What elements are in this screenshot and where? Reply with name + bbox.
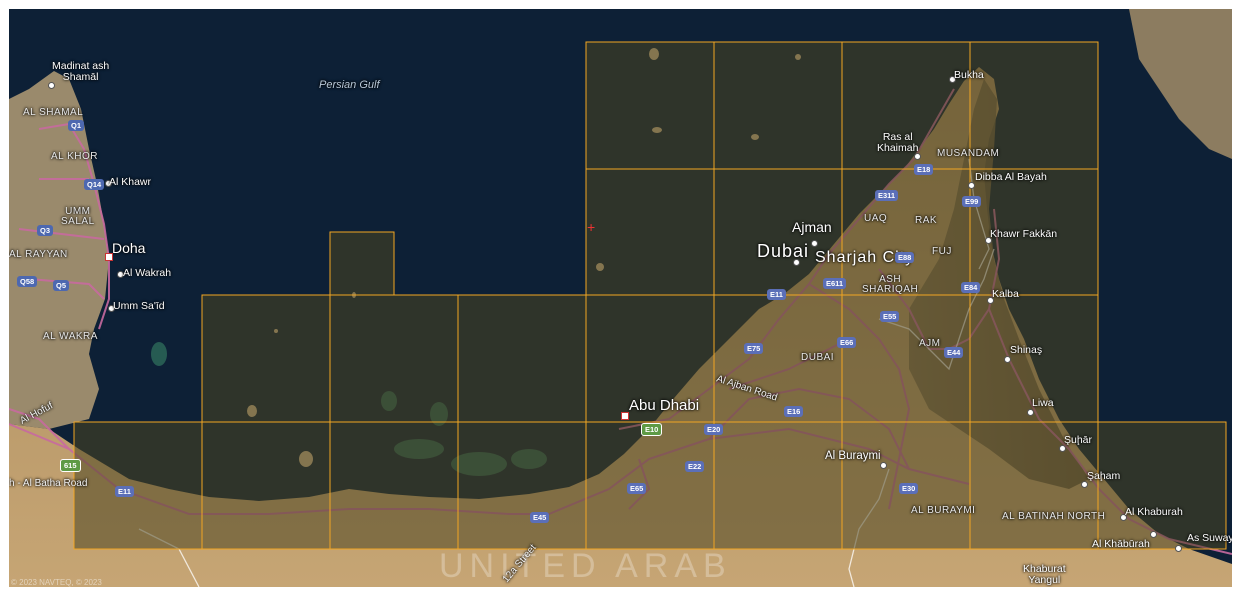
map-viewport[interactable]: Persian Gulf Madinat ash Shamāl AL SHAMA… bbox=[9, 9, 1232, 587]
road-shield: E16 bbox=[784, 406, 804, 417]
road-shield: Q3 bbox=[37, 225, 54, 236]
city-label-as-suway[interactable]: As Suway bbox=[1187, 533, 1232, 544]
city-label-umm-said[interactable]: Umm Sa'īd bbox=[113, 301, 165, 312]
region-label-musandam: MUSANDAM bbox=[937, 148, 1000, 159]
city-label-al-buraymi[interactable]: Al Buraymi bbox=[825, 450, 881, 463]
road-shield: E18 bbox=[914, 164, 934, 175]
city-label-dubai[interactable]: Dubai bbox=[757, 242, 809, 260]
capital-marker-abu-dhabi[interactable] bbox=[621, 412, 629, 420]
map-tile[interactable] bbox=[585, 168, 715, 296]
city-label-kalba[interactable]: Kalba bbox=[992, 289, 1019, 300]
road-shield: 615 bbox=[60, 459, 81, 472]
road-shield: E45 bbox=[530, 512, 550, 523]
road-shield: E99 bbox=[962, 196, 982, 207]
city-label-suhar[interactable]: Şuḩār bbox=[1064, 435, 1092, 446]
region-label-al-wakra: AL WAKRA bbox=[43, 331, 98, 342]
map-tile[interactable] bbox=[329, 294, 459, 423]
map-tile[interactable] bbox=[713, 41, 843, 170]
city-marker[interactable] bbox=[1081, 481, 1088, 488]
road-shield: E88 bbox=[895, 252, 915, 263]
map-tile[interactable] bbox=[457, 294, 587, 423]
road-shield: E75 bbox=[744, 343, 764, 354]
persian-gulf-label: Persian Gulf bbox=[319, 79, 380, 91]
region-label-ash-shariqah: ASH SHARIQAH bbox=[862, 274, 919, 295]
map-tile[interactable] bbox=[1097, 421, 1227, 550]
map-tile[interactable] bbox=[841, 294, 971, 423]
region-label-uaq: UAQ bbox=[864, 213, 888, 224]
map-tile[interactable] bbox=[73, 421, 203, 550]
city-marker[interactable] bbox=[811, 240, 818, 247]
country-label-uae: UNITED ARAB bbox=[439, 547, 732, 585]
road-shield: E11 bbox=[115, 486, 134, 497]
road-shield: E22 bbox=[685, 461, 705, 472]
road-shield: Q1 bbox=[68, 120, 85, 131]
city-label-al-khaburah-2[interactable]: Al Khābūrah bbox=[1092, 539, 1150, 550]
city-label-bukha[interactable]: Bukha bbox=[954, 70, 984, 81]
road-shield: E20 bbox=[704, 424, 724, 435]
city-marker[interactable] bbox=[1027, 409, 1034, 416]
region-label-al-rayyan: AL RAYYAN bbox=[9, 249, 68, 260]
map-tile[interactable] bbox=[329, 231, 395, 296]
map-tile[interactable] bbox=[201, 294, 331, 423]
city-label-al-khaburah[interactable]: Al Khaburah bbox=[1125, 507, 1183, 518]
city-label-saham[interactable]: Şaḩam bbox=[1087, 471, 1120, 482]
map-tile[interactable] bbox=[201, 421, 331, 550]
road-shield: E44 bbox=[944, 347, 964, 358]
map-tile[interactable] bbox=[585, 421, 715, 550]
region-label-fuj: FUJ bbox=[932, 246, 952, 257]
road-shield: E66 bbox=[837, 337, 857, 348]
city-label-ras-al-khaimah[interactable]: Ras al Khaimah bbox=[877, 132, 918, 153]
region-label-al-batinah-north: AL BATINAH NORTH bbox=[1002, 511, 1106, 522]
city-marker[interactable] bbox=[793, 259, 800, 266]
satellite-basemap bbox=[9, 9, 1232, 587]
city-marker[interactable] bbox=[1004, 356, 1011, 363]
map-tile[interactable] bbox=[457, 421, 587, 550]
map-tile[interactable] bbox=[713, 421, 843, 550]
city-label-al-wakrah[interactable]: Al Wakrah bbox=[123, 268, 171, 279]
city-label-shinas[interactable]: Shinaş bbox=[1010, 345, 1042, 356]
city-marker[interactable] bbox=[1175, 545, 1182, 552]
region-label-al-shamal: AL SHAMAL bbox=[23, 107, 84, 118]
city-marker[interactable] bbox=[1059, 445, 1066, 452]
region-label-al-khor: AL KHOR bbox=[51, 151, 99, 162]
city-marker[interactable] bbox=[914, 153, 921, 160]
city-label-doha[interactable]: Doha bbox=[112, 241, 145, 255]
city-marker[interactable] bbox=[1150, 531, 1157, 538]
city-label-khaburat-yangul[interactable]: Khaburat Yangul bbox=[1023, 564, 1066, 585]
road-label-al-batha: h - Al Batha Road bbox=[9, 478, 88, 489]
road-shield: E311 bbox=[875, 190, 899, 201]
capital-marker-doha[interactable] bbox=[105, 253, 113, 261]
crosshair-icon: + bbox=[587, 219, 596, 235]
road-shield: Q58 bbox=[17, 276, 38, 287]
city-label-madinat-ash-shamal[interactable]: Madinat ash Shamāl bbox=[52, 61, 109, 82]
road-shield: E30 bbox=[899, 483, 919, 494]
road-shield: E65 bbox=[627, 483, 647, 494]
region-label-ajm: AJM bbox=[919, 338, 941, 349]
city-label-dibba-al-bayah[interactable]: Dibba Al Bayah bbox=[975, 172, 1047, 183]
map-tile[interactable] bbox=[329, 421, 459, 550]
road-shield: Q5 bbox=[53, 280, 70, 291]
city-marker[interactable] bbox=[880, 462, 887, 469]
city-label-ajman[interactable]: Ajman bbox=[792, 220, 832, 234]
road-shield: E84 bbox=[961, 282, 981, 293]
city-label-abu-dhabi[interactable]: Abu Dhabi bbox=[629, 398, 699, 413]
road-shield: E611 bbox=[823, 278, 847, 289]
city-label-khawr-fakkan[interactable]: Khawr Fakkān bbox=[990, 229, 1057, 240]
city-label-liwa[interactable]: Liwa bbox=[1032, 398, 1054, 409]
road-shield: E11 bbox=[767, 289, 786, 300]
city-label-al-khawr[interactable]: Al Khawr bbox=[109, 177, 151, 188]
map-tile[interactable] bbox=[585, 41, 715, 170]
copyright-text: © 2023 NAVTEQ, © 2023 bbox=[11, 578, 102, 587]
region-label-umm-salal: UMM SALAL bbox=[61, 206, 95, 227]
city-marker[interactable] bbox=[48, 82, 55, 89]
region-label-rak: RAK bbox=[915, 215, 938, 226]
region-label-dubai: DUBAI bbox=[801, 352, 835, 363]
road-shield: E10 bbox=[641, 423, 663, 436]
region-label-al-buraymi: AL BURAYMI bbox=[911, 505, 976, 516]
road-shield: E55 bbox=[880, 311, 900, 322]
city-marker[interactable] bbox=[968, 182, 975, 189]
road-shield: Q14 bbox=[84, 179, 105, 190]
